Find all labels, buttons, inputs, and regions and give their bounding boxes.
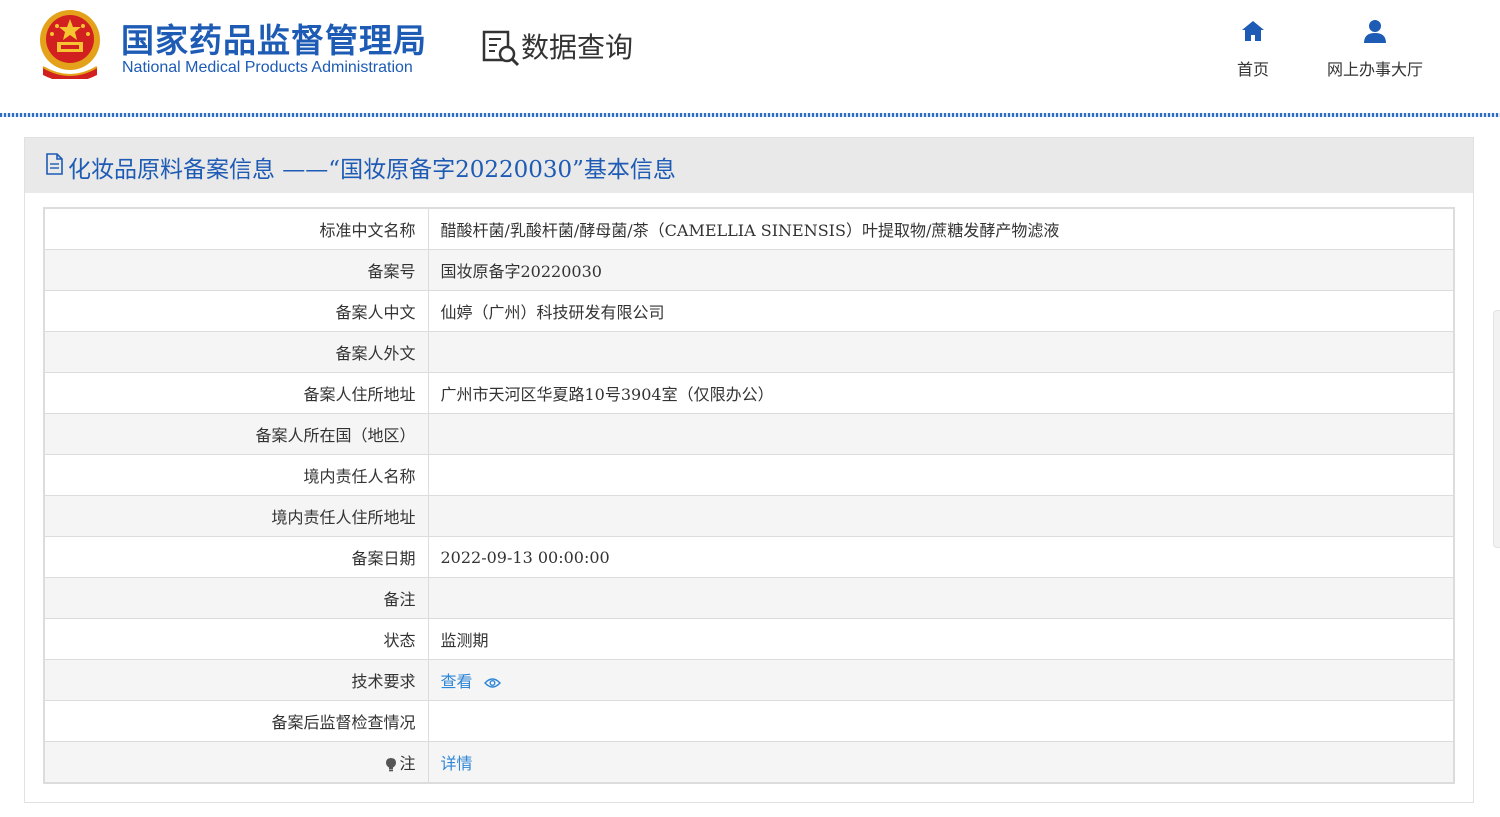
table-row: 境内责任人住所地址: [43, 495, 1455, 537]
row-label: 备注: [43, 577, 429, 619]
data-query-title: 数据查询: [521, 31, 634, 64]
header-divider: [0, 113, 1500, 117]
table-row: 备案人外文: [43, 331, 1455, 373]
table-row: 备案人住所地址 广州市天河区华夏路10号3904室（仅限办公）: [43, 372, 1455, 414]
site-name: 国家药品监督管理局: [121, 21, 427, 60]
row-value-cell: 查看: [427, 659, 1455, 701]
panel-header: 化妆品原料备案信息 ——“国妆原备字20220030”基本信息: [25, 138, 1473, 193]
view-link-label: 查看: [440, 672, 473, 691]
data-query-icon: [482, 30, 520, 67]
row-value: [427, 495, 1455, 537]
nav-online-service-hall[interactable]: 网上办事大厅: [1318, 18, 1432, 80]
row-value: 国妆原备字20220030: [427, 249, 1455, 291]
national-emblem-icon: [40, 10, 100, 79]
row-value: [427, 454, 1455, 496]
table-row: 备案号 国妆原备字20220030: [43, 249, 1455, 291]
nav-online-service-hall-label: 网上办事大厅: [1326, 60, 1423, 79]
nav-home[interactable]: 首页: [1232, 18, 1274, 80]
record-info-table: 标准中文名称 醋酸杆菌/乳酸杆菌/酵母菌/茶（CAMELLIA SINENSIS…: [43, 207, 1455, 784]
eye-icon: [483, 677, 501, 688]
row-label-cell: 注: [43, 741, 429, 784]
row-label: 备案号: [43, 249, 429, 291]
view-technical-requirements-link[interactable]: 查看: [441, 672, 501, 691]
row-value-cell: 详情: [427, 741, 1455, 784]
row-value: [427, 577, 1455, 619]
row-label: 备案人住所地址: [43, 372, 429, 414]
row-label: 境内责任人住所地址: [43, 495, 429, 537]
note-label: 注: [399, 754, 416, 773]
row-value: 仙婷（广州）科技研发有限公司: [427, 290, 1455, 332]
nav-home-label: 首页: [1236, 60, 1269, 79]
bulb-icon: [386, 758, 397, 772]
row-label: 备案后监督检查情况: [43, 700, 429, 742]
table-row: 注 详情: [43, 741, 1455, 784]
row-label: 技术要求: [43, 659, 429, 701]
table-row: 标准中文名称 醋酸杆菌/乳酸杆菌/酵母菌/茶（CAMELLIA SINENSIS…: [43, 207, 1455, 250]
row-label: 状态: [43, 618, 429, 660]
row-label: 备案人所在国（地区）: [43, 413, 429, 455]
panel-title: 化妆品原料备案信息 ——“国妆原备字20220030”基本信息: [68, 157, 676, 183]
site-name-english: National Medical Products Administration: [122, 59, 413, 76]
details-link[interactable]: 详情: [441, 754, 473, 773]
table-row: 境内责任人名称: [43, 454, 1455, 496]
table-row: 备注: [43, 577, 1455, 619]
table-row: 技术要求 查看: [43, 659, 1455, 701]
side-floating-tab[interactable]: [1493, 310, 1500, 548]
row-value: [427, 700, 1455, 742]
row-value: 广州市天河区华夏路10号3904室（仅限办公）: [427, 372, 1455, 414]
row-label: 标准中文名称: [43, 207, 429, 250]
home-icon: [1242, 21, 1264, 41]
table-row: 备案人中文 仙婷（广州）科技研发有限公司: [43, 290, 1455, 332]
row-label: 备案日期: [43, 536, 429, 578]
user-icon: [1364, 20, 1386, 43]
row-label: 备案人中文: [43, 290, 429, 332]
record-info-panel: 化妆品原料备案信息 ——“国妆原备字20220030”基本信息 标准中文名称 醋…: [24, 137, 1474, 803]
row-value: [427, 331, 1455, 373]
row-value: [427, 413, 1455, 455]
table-row: 备案人所在国（地区）: [43, 413, 1455, 455]
row-value: 监测期: [427, 618, 1455, 660]
document-icon: [46, 153, 63, 175]
row-label: 备案人外文: [43, 331, 429, 373]
row-value: 2022-09-13 00:00:00: [427, 536, 1455, 578]
row-label: 境内责任人名称: [43, 454, 429, 496]
site-header: 国家药品监督管理局 National Medical Products Admi…: [0, 0, 1500, 114]
row-value: 醋酸杆菌/乳酸杆菌/酵母菌/茶（CAMELLIA SINENSIS）叶提取物/蔗…: [427, 207, 1455, 250]
table-row: 状态 监测期: [43, 618, 1455, 660]
table-row: 备案日期 2022-09-13 00:00:00: [43, 536, 1455, 578]
table-row: 备案后监督检查情况: [43, 700, 1455, 742]
